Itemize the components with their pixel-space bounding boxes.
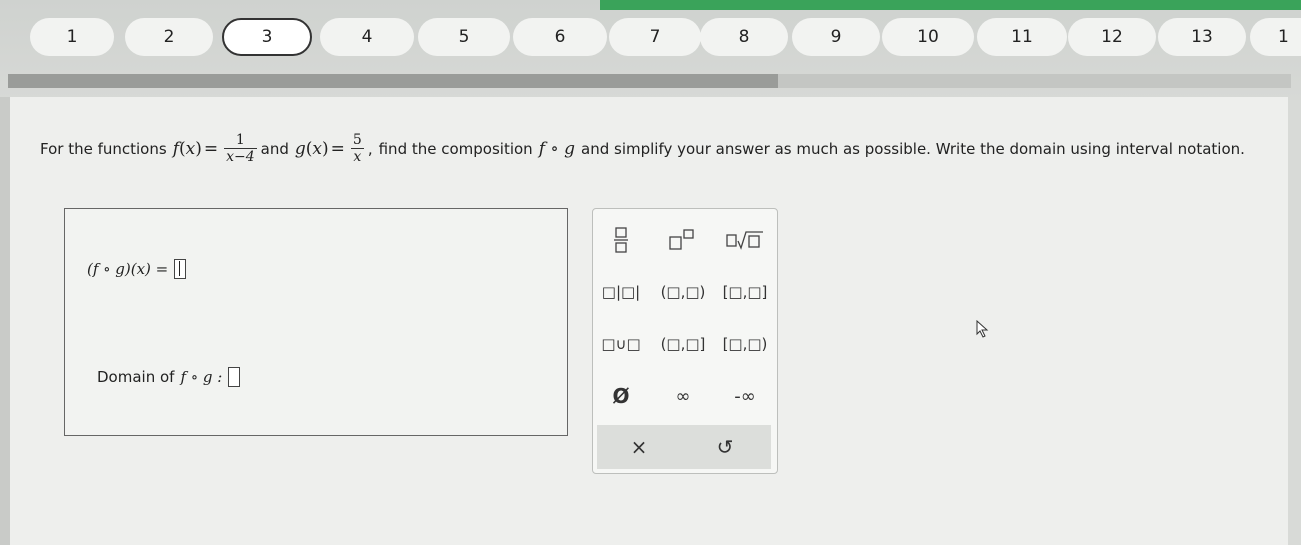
domain-fn: f ∘ g : [180, 368, 223, 386]
answer-box: (f ∘ g)(x) = Domain of f ∘ g : [64, 208, 568, 436]
question-rest: and simplify your answer as much as poss… [581, 140, 1245, 158]
question-text: For the functions f (x) = 1 x−4 and g (x… [40, 132, 1245, 166]
question-nav-8[interactable]: 8 [700, 18, 788, 56]
question-nav-3[interactable]: 3 [222, 18, 312, 56]
and-word: and [260, 140, 289, 158]
g-var: x [312, 139, 323, 159]
neg-infinity-button[interactable]: -∞ [717, 381, 773, 411]
question-nav-13[interactable]: 13 [1158, 18, 1246, 56]
clear-button[interactable]: × [611, 432, 667, 462]
palette-footer: × ↺ [597, 425, 771, 469]
question-nav-7[interactable]: 7 [609, 18, 701, 56]
superscript-button[interactable]: □ⁿ [655, 225, 711, 255]
g-denominator: x [353, 149, 362, 165]
superscript-icon [669, 229, 694, 250]
nth-root-icon [726, 231, 763, 250]
question-nav-6[interactable]: 6 [513, 18, 607, 56]
accent-line [600, 0, 1301, 10]
domain-row: Domain of f ∘ g : [97, 367, 241, 387]
mouse-pointer-icon [976, 320, 989, 338]
question-nav-11[interactable]: 11 [977, 18, 1067, 56]
question-nav-10[interactable]: 10 [882, 18, 974, 56]
question-nav-2[interactable]: 2 [125, 18, 213, 56]
g-fraction: 5 x [350, 132, 364, 166]
left-edge [0, 97, 10, 545]
f-fraction: 1 x−4 [224, 132, 257, 166]
question-intro: For the functions [40, 140, 167, 158]
half-open-left-button[interactable]: [□,□) [717, 329, 773, 359]
half-open-right-button[interactable]: (□,□] [655, 329, 711, 359]
question-nav-4[interactable]: 4 [320, 18, 414, 56]
question-nav-5[interactable]: 5 [418, 18, 510, 56]
f-numerator: 1 [235, 132, 245, 148]
closed-interval-button[interactable]: [□,□] [717, 277, 773, 307]
math-palette: □/□ □ⁿ □√□ □|□| (□,□) [□,□] □∪□ (□,□] [□… [592, 208, 778, 474]
abs-button[interactable]: □|□| [593, 277, 649, 307]
union-button[interactable]: □∪□ [593, 329, 649, 359]
open-interval-button[interactable]: (□,□) [655, 277, 711, 307]
question-nav-12[interactable]: 12 [1068, 18, 1156, 56]
f-var: x [185, 139, 196, 159]
composition-label: (f ∘ g)(x) = [87, 260, 169, 278]
composition-row: (f ∘ g)(x) = [87, 259, 187, 279]
undo-button[interactable]: ↺ [697, 432, 753, 462]
question-nav-14[interactable]: 1 [1250, 18, 1301, 56]
domain-label: Domain of [97, 368, 175, 386]
progress-fill [8, 74, 778, 88]
domain-input[interactable] [228, 367, 241, 387]
f-denominator: x−4 [226, 149, 255, 165]
empty-set-button[interactable]: Ø [593, 381, 649, 411]
composition-symbol: f ∘ g [538, 139, 576, 159]
question-nav-9[interactable]: 9 [792, 18, 880, 56]
fraction-button[interactable]: □/□ [593, 225, 649, 255]
composition-input[interactable] [174, 259, 187, 279]
find-text: find the composition [378, 140, 533, 158]
infinity-button[interactable]: ∞ [655, 381, 711, 411]
question-nav-1[interactable]: 1 [30, 18, 114, 56]
g-numerator: 5 [352, 132, 362, 148]
nth-root-button[interactable]: □√□ [717, 225, 773, 255]
g-name: g [294, 139, 306, 159]
fraction-icon [614, 227, 628, 253]
